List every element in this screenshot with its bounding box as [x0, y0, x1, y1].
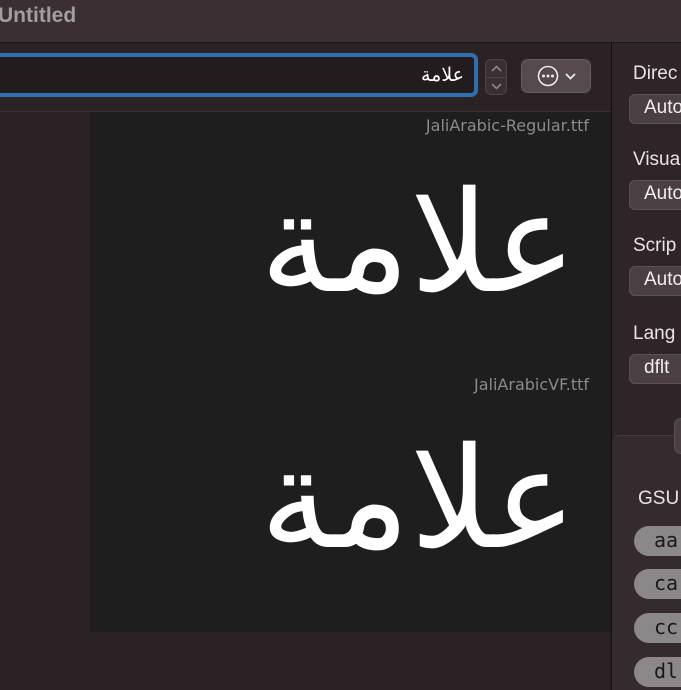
left-gutter [0, 112, 90, 690]
ellipsis-circle-icon [537, 65, 558, 87]
title-bar: Untitled [0, 0, 681, 43]
preview-area: JaliArabic-Regular.ttf علامة JaliArabicV… [90, 112, 611, 632]
language-popup[interactable]: dflt [629, 354, 681, 384]
direction-label: Direc [633, 63, 678, 84]
script-label: Scrip [633, 235, 677, 256]
font-file-label: JaliArabicVF.ttf [474, 375, 589, 394]
window-title: Untitled [0, 4, 77, 27]
text-input[interactable] [0, 53, 478, 97]
features-segmented-control[interactable] [674, 418, 681, 454]
chevron-down-icon [564, 72, 576, 80]
glyph-sample: علامة [259, 418, 577, 581]
feature-chip[interactable]: dl [634, 657, 681, 687]
gsub-section-label: GSU [638, 488, 680, 509]
preview-footer [90, 632, 611, 690]
chevron-up-icon [490, 65, 502, 72]
feature-chip[interactable]: cc [634, 613, 681, 643]
stepper-down[interactable] [486, 77, 506, 95]
glyph-sample: علامة [259, 162, 577, 325]
input-stepper[interactable] [485, 59, 507, 95]
visual-order-label: Visua [633, 149, 681, 170]
script-popup[interactable]: Auto [629, 266, 681, 296]
visual-order-popup[interactable]: Auto [629, 180, 681, 210]
language-label: Lang [633, 323, 676, 344]
features-panel [612, 435, 681, 690]
direction-popup[interactable]: Auto [629, 94, 681, 124]
chevron-down-icon [490, 83, 502, 90]
stepper-up[interactable] [486, 60, 506, 77]
settings-sidebar: Direc Auto Visua Auto Scrip Auto Lang df… [612, 43, 681, 690]
options-menu-button[interactable] [521, 59, 591, 93]
font-file-label: JaliArabic-Regular.ttf [425, 116, 589, 135]
feature-chip[interactable]: aa [634, 526, 681, 556]
feature-chip[interactable]: ca [634, 569, 681, 599]
